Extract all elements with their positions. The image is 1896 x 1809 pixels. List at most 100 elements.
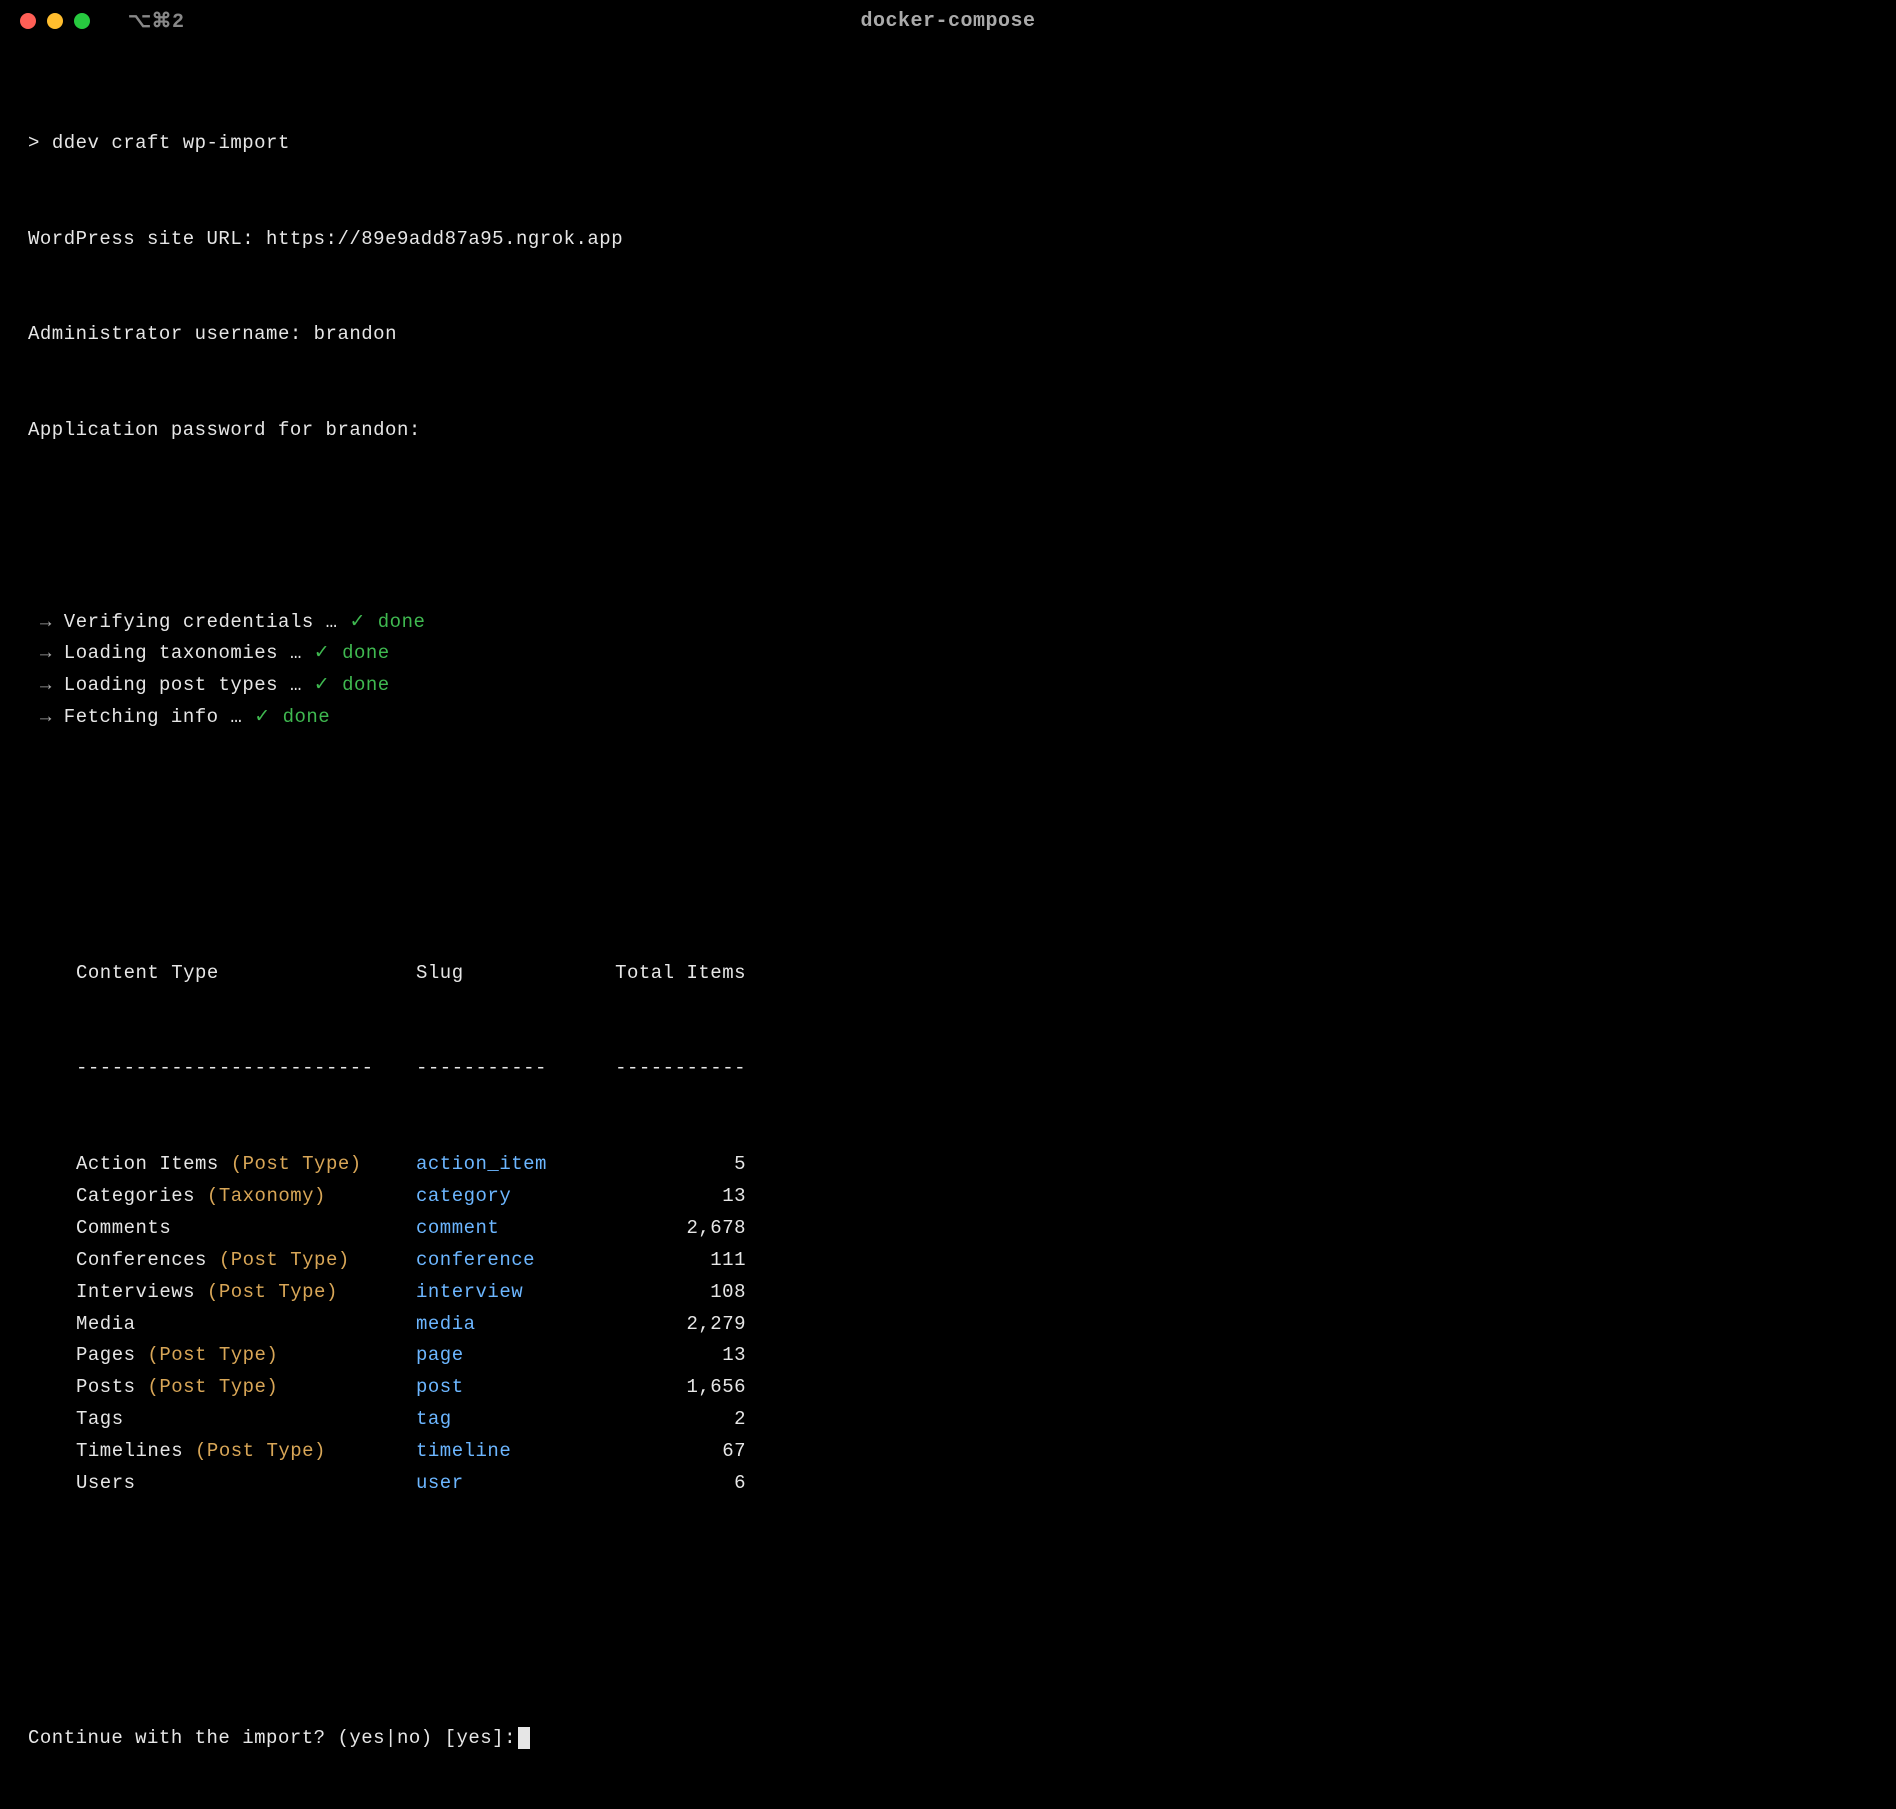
cell-total: 2,279 xyxy=(596,1309,746,1341)
done-label: done xyxy=(366,611,426,633)
cell-total: 108 xyxy=(596,1277,746,1309)
close-button[interactable] xyxy=(20,13,36,29)
cell-total: 13 xyxy=(596,1181,746,1213)
admin-user-value: brandon xyxy=(314,323,397,345)
step-line: → Fetching info … ✓ done xyxy=(28,702,1868,734)
content-name: Tags xyxy=(76,1408,124,1430)
header-total: Total Items xyxy=(596,958,746,990)
arrow-icon: → xyxy=(40,642,52,664)
cell-total: 111 xyxy=(596,1245,746,1277)
table-row: Tags tag2 xyxy=(76,1404,1868,1436)
table-row: Users user6 xyxy=(76,1468,1868,1500)
prompt-symbol: > xyxy=(28,132,40,154)
cell-content-type: Conferences (Post Type) xyxy=(76,1245,416,1277)
cell-slug: interview xyxy=(416,1277,596,1309)
cell-content-type: Categories (Taxonomy) xyxy=(76,1181,416,1213)
cell-slug: category xyxy=(416,1181,596,1213)
content-table: Content TypeSlugTotal Items ------------… xyxy=(28,894,1868,1564)
command-text: ddev craft wp-import xyxy=(52,132,290,154)
divider-slug: ----------- xyxy=(416,1053,596,1085)
password-line: Application password for brandon: xyxy=(28,415,1868,447)
table-row: Categories (Taxonomy)category13 xyxy=(76,1181,1868,1213)
confirm-question: Continue with the import? (yes|no) [yes]… xyxy=(28,1727,516,1749)
step-label: Loading post types … xyxy=(52,674,314,696)
shortcut-hint: ⌥⌘2 xyxy=(128,8,185,34)
terminal-output[interactable]: > ddev craft wp-import WordPress site UR… xyxy=(0,42,1896,1809)
divider-type: ------------------------- xyxy=(76,1053,416,1085)
table-row: Comments comment2,678 xyxy=(76,1213,1868,1245)
table-divider-row: ----------------------------------------… xyxy=(76,1053,1868,1085)
arrow-icon: → xyxy=(40,706,52,728)
header-slug: Slug xyxy=(416,958,596,990)
content-kind: (Post Type) xyxy=(195,1281,338,1303)
traffic-lights xyxy=(20,13,90,29)
content-kind: (Post Type) xyxy=(136,1376,279,1398)
confirm-prompt[interactable]: Continue with the import? (yes|no) [yes]… xyxy=(28,1723,1868,1755)
cell-content-type: Timelines (Post Type) xyxy=(76,1436,416,1468)
step-line: → Loading taxonomies … ✓ done xyxy=(28,638,1868,670)
cell-slug: media xyxy=(416,1309,596,1341)
content-name: Action Items xyxy=(76,1153,219,1175)
table-row: Pages (Post Type)page13 xyxy=(76,1340,1868,1372)
content-name: Media xyxy=(76,1313,136,1335)
step-line: → Verifying credentials … ✓ done xyxy=(28,607,1868,639)
cell-slug: timeline xyxy=(416,1436,596,1468)
content-name: Timelines xyxy=(76,1440,183,1462)
arrow-icon: → xyxy=(40,674,52,696)
table-row: Interviews (Post Type)interview108 xyxy=(76,1277,1868,1309)
step-label: Fetching info … xyxy=(52,706,254,728)
content-name: Users xyxy=(76,1472,136,1494)
cell-slug: post xyxy=(416,1372,596,1404)
command-line: > ddev craft wp-import xyxy=(28,128,1868,160)
cell-slug: action_item xyxy=(416,1149,596,1181)
cell-total: 5 xyxy=(596,1149,746,1181)
check-icon: ✓ xyxy=(314,642,330,664)
cell-slug: comment xyxy=(416,1213,596,1245)
done-label: done xyxy=(271,706,331,728)
content-name: Conferences xyxy=(76,1249,207,1271)
table-row: Conferences (Post Type)conference111 xyxy=(76,1245,1868,1277)
step-label: Verifying credentials … xyxy=(52,611,350,633)
cell-total: 2,678 xyxy=(596,1213,746,1245)
table-row: Media media2,279 xyxy=(76,1309,1868,1341)
table-row: Timelines (Post Type)timeline67 xyxy=(76,1436,1868,1468)
cell-content-type: Users xyxy=(76,1468,416,1500)
content-kind: (Post Type) xyxy=(183,1440,326,1462)
cell-content-type: Comments xyxy=(76,1213,416,1245)
cell-content-type: Media xyxy=(76,1309,416,1341)
admin-user-label: Administrator username: xyxy=(28,323,302,345)
step-line: → Loading post types … ✓ done xyxy=(28,670,1868,702)
cell-total: 6 xyxy=(596,1468,746,1500)
content-name: Pages xyxy=(76,1344,136,1366)
site-url-line: WordPress site URL: https://89e9add87a95… xyxy=(28,224,1868,256)
cursor-icon xyxy=(518,1727,530,1749)
cell-content-type: Pages (Post Type) xyxy=(76,1340,416,1372)
minimize-button[interactable] xyxy=(47,13,63,29)
cell-slug: tag xyxy=(416,1404,596,1436)
cell-content-type: Posts (Post Type) xyxy=(76,1372,416,1404)
cell-content-type: Action Items (Post Type) xyxy=(76,1149,416,1181)
step-label: Loading taxonomies … xyxy=(52,642,314,664)
content-kind: (Taxonomy) xyxy=(195,1185,326,1207)
cell-total: 2 xyxy=(596,1404,746,1436)
content-name: Posts xyxy=(76,1376,136,1398)
content-name: Comments xyxy=(76,1217,171,1239)
cell-content-type: Interviews (Post Type) xyxy=(76,1277,416,1309)
content-name: Categories xyxy=(76,1185,195,1207)
content-kind: (Post Type) xyxy=(207,1249,350,1271)
check-icon: ✓ xyxy=(349,611,365,633)
content-kind: (Post Type) xyxy=(136,1344,279,1366)
arrow-icon: → xyxy=(40,611,52,633)
check-icon: ✓ xyxy=(254,706,270,728)
done-label: done xyxy=(330,642,390,664)
cell-slug: conference xyxy=(416,1245,596,1277)
window-title: docker-compose xyxy=(860,10,1035,33)
cell-total: 1,656 xyxy=(596,1372,746,1404)
cell-content-type: Tags xyxy=(76,1404,416,1436)
admin-user-line: Administrator username: brandon xyxy=(28,319,1868,351)
maximize-button[interactable] xyxy=(74,13,90,29)
cell-slug: user xyxy=(416,1468,596,1500)
done-label: done xyxy=(330,674,390,696)
steps-list: → Verifying credentials … ✓ done→ Loadin… xyxy=(28,607,1868,735)
cell-total: 13 xyxy=(596,1340,746,1372)
